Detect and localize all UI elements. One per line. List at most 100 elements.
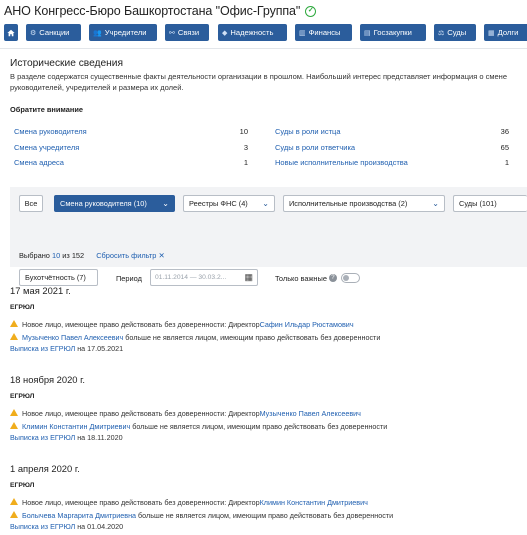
event-text: больше не является лицом, имеющим право … [136,511,394,520]
stat-change-founder: Смена учредителя 3 [14,143,248,159]
stat-link[interactable]: Смена учредителя [14,143,79,152]
person-link[interactable]: Сафин Ильдар Рюстамович [260,320,354,329]
reset-filter-label: Сбросить фильтр [96,251,157,260]
filter-change-head-label: Смена руководителя (10) [60,199,147,208]
calendar-icon[interactable]: ▦ [244,272,253,283]
home-icon [7,29,15,36]
event-text: Новое лицо, имеющее право действовать бе… [22,320,260,329]
stat-link[interactable]: Суды в роли ответчика [275,143,355,152]
event-line: Болычева Маргарита Дмитриевна больше не … [10,509,527,522]
stat-courts-defendant: Суды в роли ответчика 65 [275,143,509,159]
event-date: 1 апреля 2020 г. [10,463,80,474]
stat-enforcement: Новые исполнительные производства 1 [275,158,509,174]
nav-founders-button[interactable]: 👥 Учредители [89,24,157,41]
stat-count: 3 [243,142,248,152]
close-icon: ✕ [158,251,165,260]
event-item: 17 мая 2021 г. ЕГРЮЛ Новое лицо, имеющее… [10,285,527,357]
link-icon: ⚯ [169,29,175,37]
finance-icon: ▥ [299,29,306,37]
extract-date: на 18.11.2020 [77,433,123,442]
event-date: 18 ноября 2020 г. [10,374,85,385]
filter-courts-select[interactable]: Суды (101) [453,195,527,212]
person-link[interactable]: Музыченко Павел Алексеевич [260,409,361,418]
nav-courts-label: Суды [447,28,467,37]
page-title: АНО Конгресс-Бюро Башкортостана "Офис-Гр… [4,4,301,18]
event-item: 18 ноября 2020 г. ЕГРЮЛ Новое лицо, имею… [10,374,527,446]
nav-links-label: Связи [177,28,200,37]
check-circle-icon: ✓ [305,5,317,17]
stat-count: 1 [504,158,509,167]
event-item: 1 апреля 2020 г. ЕГРЮЛ Новое лицо, имеющ… [10,463,527,535]
stat-link[interactable]: Смена руководителя [14,127,87,136]
stat-link[interactable]: Суды в роли истца [275,127,341,136]
stat-courts-plaintiff: Суды в роли истца 36 [275,127,509,143]
selection-summary: Выбрано 10 из 152 Сбросить фильтр ✕ [19,251,165,260]
period-date-input[interactable]: 01.11.2014 — 30.03.2... ▦ [150,269,258,286]
gear-icon: ⚙ [30,29,37,37]
chevron-down-icon: ⌄ [162,199,169,208]
users-icon: 👥 [93,29,102,37]
filter-accounting-button[interactable]: Бухотчётность (7) [19,269,98,286]
person-link[interactable]: Климин Константин Дмитриевич [22,422,130,431]
stat-count: 36 [500,127,509,136]
selected-count[interactable]: 10 [52,251,60,260]
filter-enforcement-label: Исполнительные производства (2) [289,199,408,208]
filter-accounting-label: Бухотчётность (7) [25,273,86,282]
stat-count: 10 [239,127,248,136]
chevron-down-icon: ⌄ [432,199,439,208]
period-label: Период [116,274,142,283]
extract-link[interactable]: Выписка из ЕГРЮЛ [10,522,75,531]
person-link[interactable]: Климин Константин Дмитриевич [260,498,368,507]
nav-founders-label: Учредители [104,28,147,37]
page-header: АНО Конгресс-Бюро Башкортостана "Офис-Гр… [4,3,317,19]
nav-procurement-button[interactable]: ▤ Госзакупки [360,24,426,41]
selected-prefix: Выбрано [19,251,50,260]
event-line: Музыченко Павел Алексеевич больше не явл… [10,331,527,344]
extract-date: на 01.04.2020 [77,522,124,531]
reset-filter-link[interactable]: Сбросить фильтр ✕ [96,251,164,260]
stat-count: 1 [243,158,248,167]
history-description: В разделе содержатся существенные факты … [10,72,507,92]
extract-date: на 17.05.2021 [77,344,124,353]
event-extract: Выписка из ЕГРЮЛ на 18.11.2020 [10,433,527,446]
nav-finance-button[interactable]: ▥ Финансы [295,24,352,41]
person-link[interactable]: Болычева Маргарита Дмитриевна [22,511,136,520]
filter-registers-select[interactable]: Реестры ФНС (4) ⌄ [183,195,275,212]
section-nav: ⚙ Санкции 👥 Учредители ⚯ Связи ◆ Надежность … [0,24,527,44]
gavel-icon: ⚖ [438,29,445,37]
nav-reliability-button[interactable]: ◆ Надежность [218,24,287,41]
extract-link[interactable]: Выписка из ЕГРЮЛ [10,344,75,353]
nav-courts-button[interactable]: ⚖ Суды [434,24,476,41]
event-extract: Выписка из ЕГРЮЛ на 17.05.2021 [10,344,527,357]
stat-link[interactable]: Новые исполнительные производства [275,158,408,167]
stats-right: Суды в роли истца 36 Суды в роли ответчи… [275,127,509,174]
filter-all-button[interactable]: Все [19,195,43,212]
event-line: Климин Константин Дмитриевич больше не я… [10,420,527,433]
filter-enforcement-select[interactable]: Исполнительные производства (2) ⌄ [283,195,445,212]
warning-icon [10,422,18,429]
warning-icon [10,333,18,340]
stat-change-head: Смена руководителя 10 [14,127,248,143]
event-text: Новое лицо, имеющее право действовать бе… [22,409,260,418]
filter-change-head-select[interactable]: Смена руководителя (10) ⌄ [54,195,175,212]
nav-debts-button[interactable]: ▦ Долги [484,24,527,41]
nav-home-button[interactable] [4,24,18,41]
history-title: Исторические сведения [10,58,123,69]
only-important-toggle[interactable] [340,273,360,283]
only-important-label: Только важные [275,273,327,283]
extract-link[interactable]: Выписка из ЕГРЮЛ [10,433,75,442]
warning-icon [10,320,18,327]
nav-procurement-label: Госзакупки [373,28,412,37]
chevron-down-icon: ⌄ [262,199,269,208]
period-value: 01.11.2014 — 30.03.2... [155,274,227,281]
stat-count: 65 [500,142,509,152]
help-icon[interactable]: ? [328,274,337,282]
person-link[interactable]: Музыченко Павел Алексеевич [22,333,123,342]
stat-link[interactable]: Смена адреса [14,158,64,167]
nav-reliability-label: Надежность [230,28,274,37]
stat-change-address: Смена адреса 1 [14,158,248,174]
nav-links-button[interactable]: ⚯ Связи [165,24,209,41]
event-text: Новое лицо, имеющее право действовать бе… [22,498,260,507]
nav-sanctions-label: Санкции [39,28,70,37]
nav-sanctions-button[interactable]: ⚙ Санкции [26,24,81,41]
